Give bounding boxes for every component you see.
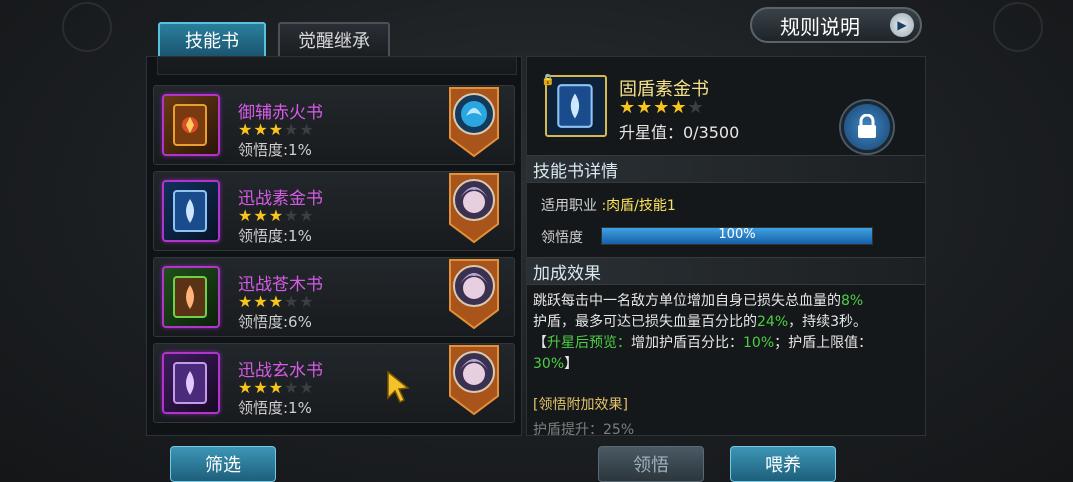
corner-ornament	[993, 2, 1043, 52]
effect-text-part: ，持续3秒。	[788, 314, 868, 330]
small-lock-icon: 🔒	[541, 73, 555, 86]
effect-description: 跳跃每击中一名敌方单位增加自身已损失总血量的8% 护盾，最多可达已损失血量百分比…	[533, 291, 917, 375]
effect-text-part: 增加护盾百分比：	[631, 335, 743, 351]
detail-panel: 🔒 固盾素金书 ★★★★★ 升星值：0/3500 技能书详情 适用职业 :肉盾/…	[526, 56, 926, 436]
effect-text-part: 】	[564, 356, 579, 372]
book-green-icon	[162, 266, 220, 328]
effect-value: 8%	[841, 293, 864, 309]
extra-effect-title: [领悟附加效果]	[533, 397, 628, 413]
comprehension-text: 领悟度:1%	[238, 399, 312, 417]
effect-value: 30%	[533, 356, 565, 372]
job-value: :肉盾/技能1	[601, 198, 676, 214]
comprehend-button-label: 领悟	[633, 455, 669, 476]
list-item[interactable]: 御辅赤火书 ★★★★★ 领悟度:1%	[153, 85, 515, 165]
tab-skill-books[interactable]: 技能书	[158, 22, 266, 58]
comprehension-text: 领悟度:6%	[238, 313, 312, 331]
list-item[interactable]: 迅战玄水书 ★★★★★ 领悟度:1%	[153, 343, 515, 423]
effect-text-part: ；护盾上限值：	[774, 335, 873, 351]
list-item[interactable]: 迅战素金书 ★★★★★ 领悟度:1%	[153, 171, 515, 251]
book-purple-icon	[162, 352, 220, 414]
book-blue-icon	[162, 180, 220, 242]
rules-button[interactable]: 规则说明 ▶	[750, 7, 922, 43]
filter-button-label: 筛选	[205, 455, 241, 476]
details-section-heading: 技能书详情	[527, 155, 925, 183]
progress-text: 100%	[718, 227, 756, 242]
comprehension-text: 领悟度:1%	[238, 227, 312, 245]
lock-button[interactable]	[841, 101, 893, 153]
list-item-partial	[157, 57, 517, 75]
star-rating: ★★★★★	[238, 292, 315, 311]
feed-button[interactable]: 喂养	[730, 446, 836, 482]
tab-awaken-inherit[interactable]: 觉醒继承	[278, 22, 390, 58]
star-rating: ★★★★★	[238, 206, 315, 225]
effect-text-part: 跳跃每击中一名敌方单位增加自身已损失总血量的	[533, 293, 841, 309]
extra-effect-text: 护盾提升：25%	[533, 422, 635, 436]
comprehend-button[interactable]: 领悟	[598, 446, 704, 482]
comprehension-text: 领悟度:1%	[238, 141, 312, 159]
blue-creature-portrait-icon	[449, 87, 499, 158]
comprehension-progress-bar: 100%	[601, 227, 873, 245]
corner-ornament	[62, 2, 112, 52]
book-red-icon	[162, 94, 220, 156]
effect-value: 24%	[757, 314, 789, 330]
play-arrow-icon: ▶	[890, 13, 914, 37]
skill-book-list[interactable]: 御辅赤火书 ★★★★★ 领悟度:1% 迅战素金书 ★★★★★ 领悟度:1% 迅战…	[146, 56, 522, 436]
rules-button-label: 规则说明	[780, 14, 860, 39]
effect-value: 10%	[743, 335, 775, 351]
tab-label: 技能书	[185, 31, 239, 52]
effect-text-part: 【	[533, 335, 547, 351]
star-rating: ★★★★★	[238, 120, 315, 139]
job-row: 适用职业 :肉盾/技能1	[541, 195, 676, 215]
comprehension-label: 领悟度	[541, 230, 583, 246]
effect-text-part: 护盾，最多可达已损失血量百分比的	[533, 314, 757, 330]
hero-portrait-icon	[449, 259, 499, 330]
feed-button-label: 喂养	[765, 455, 801, 476]
star-rating: ★★★★★	[238, 378, 315, 397]
hero-portrait-icon	[449, 345, 499, 416]
pointer-cursor-icon	[387, 370, 410, 404]
tab-label: 觉醒继承	[298, 31, 370, 52]
detail-star-rating: ★★★★★	[619, 97, 705, 118]
upgrade-value: 升星值：0/3500	[619, 123, 740, 142]
lock-icon	[858, 114, 876, 138]
list-item[interactable]: 迅战苍木书 ★★★★★ 领悟度:6%	[153, 257, 515, 337]
effect-section-heading: 加成效果	[527, 257, 925, 285]
filter-button[interactable]: 筛选	[170, 446, 276, 482]
hero-portrait-icon	[449, 173, 499, 244]
upgrade-preview-label: 升星后预览：	[547, 335, 631, 351]
job-label: 适用职业	[541, 198, 597, 214]
